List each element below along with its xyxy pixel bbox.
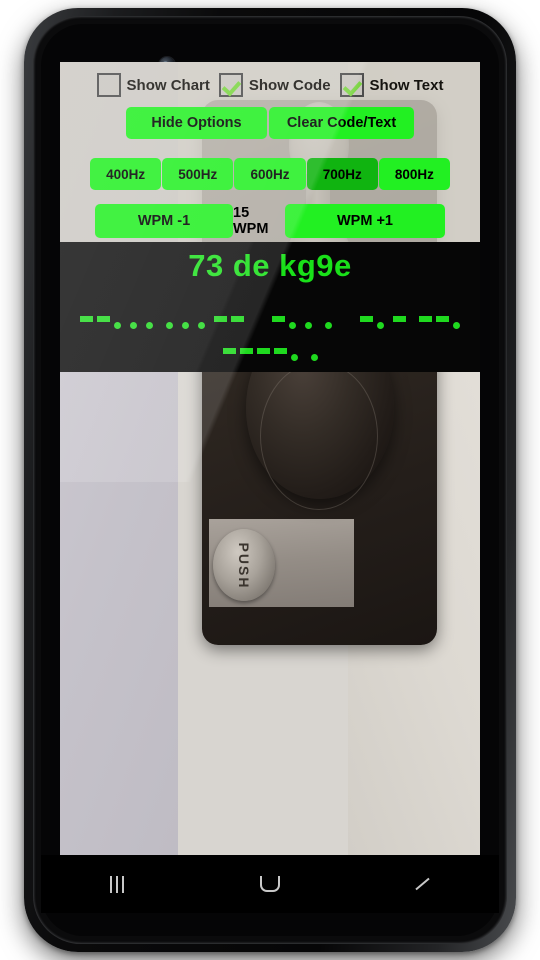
morse-dot: [289, 322, 296, 329]
knob-inner-ring: [260, 362, 378, 510]
morse-char: [360, 316, 406, 329]
morse-dot: [182, 322, 189, 329]
morse-char: [166, 316, 244, 329]
morse-code-line: [60, 329, 480, 361]
morse-code-display: [60, 297, 480, 361]
morse-dash: [222, 348, 236, 354]
morse-dash: [80, 316, 93, 322]
morse-dash: [360, 316, 373, 322]
decoded-text-display: 73 de kg9e: [188, 248, 352, 283]
morse-dash: [272, 316, 285, 322]
morse-dash: [419, 316, 432, 322]
morse-dot: [130, 322, 137, 329]
show-code-label: Show Code: [248, 76, 331, 94]
morse-dot: [377, 322, 384, 329]
checkbox-show-code[interactable]: Show Code: [218, 73, 331, 97]
checkbox-row: Show Chart Show Code Show Text: [60, 70, 480, 100]
show-chart-label: Show Chart: [126, 76, 210, 94]
morse-dot: [305, 322, 312, 329]
morse-char: [80, 316, 153, 329]
morse-char: [222, 348, 298, 361]
frequency-button-400[interactable]: 400Hz: [90, 158, 162, 190]
morse-char: [272, 316, 312, 329]
action-button-row: Hide Options Clear Code/Text: [126, 107, 414, 139]
morse-char: [310, 354, 318, 361]
wpm-decrease-button[interactable]: WPM -1: [95, 204, 233, 238]
wpm-increase-button[interactable]: WPM +1: [285, 204, 445, 238]
morse-code-line: [60, 297, 480, 329]
show-chart-checkbox[interactable]: [96, 73, 121, 97]
frequency-button-600[interactable]: 600Hz: [234, 158, 306, 190]
frequency-button-700[interactable]: 700Hz: [306, 158, 378, 190]
frequency-button-row: 400Hz 500Hz 600Hz 700Hz 800Hz: [90, 158, 451, 190]
clear-code-text-button[interactable]: Clear Code/Text: [269, 107, 414, 139]
morse-dot: [166, 322, 173, 329]
morse-dot: [453, 322, 460, 329]
morse-char: [419, 316, 460, 329]
show-code-checkbox[interactable]: [218, 73, 243, 97]
frequency-button-500[interactable]: 500Hz: [162, 158, 234, 190]
hide-options-button[interactable]: Hide Options: [126, 107, 267, 139]
morse-dash: [436, 316, 449, 322]
back-icon[interactable]: [393, 864, 453, 904]
show-text-checkbox[interactable]: [339, 73, 364, 97]
morse-dot: [114, 322, 121, 329]
morse-dash: [97, 316, 110, 322]
checkbox-show-chart[interactable]: Show Chart: [96, 73, 210, 97]
morse-dash: [256, 348, 270, 354]
morse-dot: [310, 354, 318, 361]
show-text-label: Show Text: [369, 76, 444, 94]
morse-dot: [325, 322, 332, 329]
morse-dash: [393, 316, 406, 322]
frequency-button-800[interactable]: 800Hz: [378, 158, 451, 190]
android-nav-bar: [41, 855, 499, 913]
home-icon[interactable]: [240, 864, 300, 904]
morse-dot: [290, 354, 298, 361]
wpm-control-row: WPM -1 15 WPM WPM +1: [95, 204, 445, 238]
morse-dot: [198, 322, 205, 329]
morse-code-app-screen: PUSH Show Chart Show Code Show Text Hide…: [60, 62, 480, 855]
morse-char: [325, 322, 332, 329]
morse-dash: [214, 316, 227, 322]
checkbox-show-text[interactable]: Show Text: [339, 73, 444, 97]
wpm-value-label: 15 WPM: [233, 205, 269, 237]
output-display-area: 73 de kg9e: [60, 242, 480, 372]
options-panel: Show Chart Show Code Show Text Hide Opti…: [60, 62, 480, 242]
morse-dot: [146, 322, 153, 329]
morse-dash: [239, 348, 253, 354]
morse-dash: [231, 316, 244, 322]
morse-dash: [273, 348, 287, 354]
recents-icon[interactable]: [87, 864, 147, 904]
push-button-label: PUSH: [236, 542, 252, 590]
